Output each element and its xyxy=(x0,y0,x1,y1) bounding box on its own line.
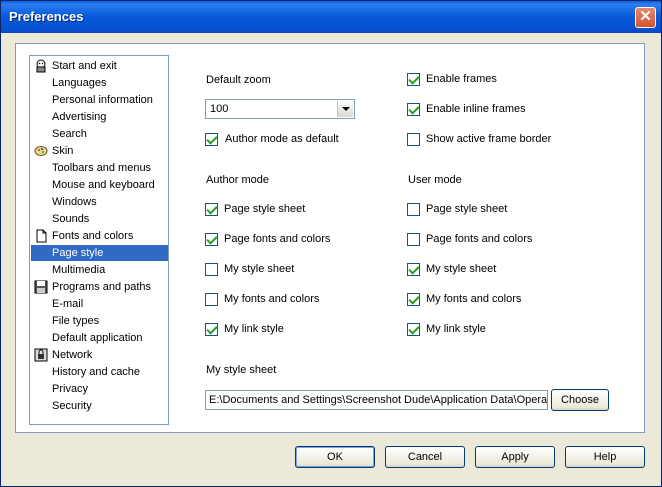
choose-button[interactable]: Choose xyxy=(551,389,609,411)
author-my-fonts-colors-checkbox[interactable] xyxy=(205,293,218,306)
sidebar-item-advertising[interactable]: Advertising xyxy=(31,109,168,125)
close-icon: ✕ xyxy=(639,8,652,25)
user-page-style-sheet-checkbox[interactable] xyxy=(407,203,420,216)
author-my-style-sheet-checkbox[interactable] xyxy=(205,263,218,276)
user-my-link-style-checkbox[interactable] xyxy=(407,323,420,336)
sidebar-item-start-and-exit[interactable]: Start and exit xyxy=(31,58,168,74)
sidebar-item-label: Mouse and keyboard xyxy=(52,179,155,191)
author-mode-heading: Author mode xyxy=(206,174,269,186)
sidebar-item-languages[interactable]: Languages xyxy=(31,75,168,91)
author-my-style-sheet-label: My style sheet xyxy=(224,263,295,275)
sidebar-item-page-style[interactable]: Page style xyxy=(31,245,168,261)
enable-inline-frames-checkbox[interactable] xyxy=(407,103,420,116)
user-my-fonts-colors-label: My fonts and colors xyxy=(426,293,522,305)
sidebar-item-label: Search xyxy=(52,128,87,140)
sidebar-item-security[interactable]: Security xyxy=(31,398,168,414)
user-page-fonts-colors-checkbox[interactable] xyxy=(407,233,420,246)
user-my-link-style-label: My link style xyxy=(426,323,486,335)
default-zoom-label: Default zoom xyxy=(206,74,271,86)
author-my-fonts-colors-label: My fonts and colors xyxy=(224,293,320,305)
sidebar-item-label: History and cache xyxy=(52,366,141,378)
user-page-style-sheet-label: Page style sheet xyxy=(426,203,508,215)
user-my-fonts-colors-checkbox[interactable] xyxy=(407,293,420,306)
sidebar-item-label: Personal information xyxy=(52,94,153,106)
sidebar-item-toolbars-and-menus[interactable]: Toolbars and menus xyxy=(31,160,168,176)
enable-frames-checkbox[interactable] xyxy=(407,73,420,86)
sidebar-item-label: Page style xyxy=(52,247,104,259)
sidebar-item-file-types[interactable]: File types xyxy=(31,313,168,329)
sidebar-item-label: Start and exit xyxy=(52,60,117,72)
sidebar-item-label: Sounds xyxy=(52,213,90,225)
user-mode-heading: User mode xyxy=(408,174,462,186)
network-lock-icon xyxy=(34,348,48,362)
title-bar[interactable]: Preferences ✕ xyxy=(1,1,661,33)
apply-button[interactable]: Apply xyxy=(475,446,555,468)
sidebar-item-label: Skin xyxy=(52,145,74,157)
cancel-button[interactable]: Cancel xyxy=(385,446,465,468)
close-button[interactable]: ✕ xyxy=(635,7,656,28)
sidebar-item-default-application[interactable]: Default application xyxy=(31,330,168,346)
sidebar-item-mouse-and-keyboard[interactable]: Mouse and keyboard xyxy=(31,177,168,193)
zoom-value: 100 xyxy=(210,103,229,115)
sidebar-item-label: Privacy xyxy=(52,383,89,395)
chevron-down-icon[interactable] xyxy=(337,101,353,117)
user-my-style-sheet-checkbox[interactable] xyxy=(407,263,420,276)
show-active-frame-border-checkbox[interactable] xyxy=(407,133,420,146)
sidebar-item-programs-and-paths[interactable]: Programs and paths xyxy=(31,279,168,295)
document-icon xyxy=(36,229,47,243)
author-page-fonts-colors-checkbox[interactable] xyxy=(205,233,218,246)
style-sheet-path-value: E:\Documents and Settings\Screenshot Dud… xyxy=(209,394,548,406)
enable-frames-label: Enable frames xyxy=(426,73,497,85)
show-active-frame-border-label: Show active frame border xyxy=(426,133,552,145)
user-page-fonts-colors-label: Page fonts and colors xyxy=(426,233,533,245)
my-style-sheet-heading: My style sheet xyxy=(206,364,277,376)
sidebar-item-e-mail[interactable]: E-mail xyxy=(31,296,168,312)
sidebar-item-label: Fonts and colors xyxy=(52,230,134,242)
sidebar-item-label: Advertising xyxy=(52,111,107,123)
author-mode-default-label: Author mode as default xyxy=(225,133,339,145)
sidebar-item-label: Multimedia xyxy=(52,264,106,276)
window-title: Preferences xyxy=(9,9,84,24)
sidebar-item-label: Security xyxy=(52,400,92,412)
ok-button[interactable]: OK xyxy=(295,446,375,468)
sidebar-item-windows[interactable]: Windows xyxy=(31,194,168,210)
skin-icon xyxy=(34,146,48,156)
sidebar-item-label: File types xyxy=(52,315,100,327)
sidebar-item-label: Languages xyxy=(52,77,107,89)
start-exit-icon xyxy=(36,59,46,73)
sidebar-item-network[interactable]: Network xyxy=(31,347,168,363)
author-my-link-style-label: My link style xyxy=(224,323,284,335)
sidebar-item-label: Default application xyxy=(52,332,143,344)
sidebar-item-personal-information[interactable]: Personal information xyxy=(31,92,168,108)
sidebar-item-label: Windows xyxy=(52,196,97,208)
author-my-link-style-checkbox[interactable] xyxy=(205,323,218,336)
zoom-select[interactable]: 100 xyxy=(205,99,355,119)
sidebar-item-history-and-cache[interactable]: History and cache xyxy=(31,364,168,380)
sidebar-item-privacy[interactable]: Privacy xyxy=(31,381,168,397)
sidebar-item-label: Network xyxy=(52,349,93,361)
help-button[interactable]: Help xyxy=(565,446,645,468)
user-my-style-sheet-label: My style sheet xyxy=(426,263,497,275)
sidebar-item-label: E-mail xyxy=(52,298,84,310)
sidebar-item-sounds[interactable]: Sounds xyxy=(31,211,168,227)
sidebar-item-search[interactable]: Search xyxy=(31,126,168,142)
enable-inline-frames-label: Enable inline frames xyxy=(426,103,526,115)
author-page-style-sheet-label: Page style sheet xyxy=(224,203,306,215)
sidebar-item-skin[interactable]: Skin xyxy=(31,143,168,159)
preferences-window: Preferences ✕ Start and exit Languages P… xyxy=(0,0,662,487)
sidebar-item-label: Programs and paths xyxy=(52,281,152,293)
preferences-sidebar[interactable]: Start and exit Languages Personal inform… xyxy=(29,55,169,425)
author-page-fonts-colors-label: Page fonts and colors xyxy=(224,233,331,245)
style-sheet-path-input[interactable]: E:\Documents and Settings\Screenshot Dud… xyxy=(205,390,548,410)
author-page-style-sheet-checkbox[interactable] xyxy=(205,203,218,216)
sidebar-item-label: Toolbars and menus xyxy=(52,162,152,174)
author-mode-default-checkbox[interactable] xyxy=(205,133,218,146)
floppy-disk-icon xyxy=(34,280,48,294)
sidebar-item-multimedia[interactable]: Multimedia xyxy=(31,262,168,278)
sidebar-item-fonts-and-colors[interactable]: Fonts and colors xyxy=(31,228,168,244)
